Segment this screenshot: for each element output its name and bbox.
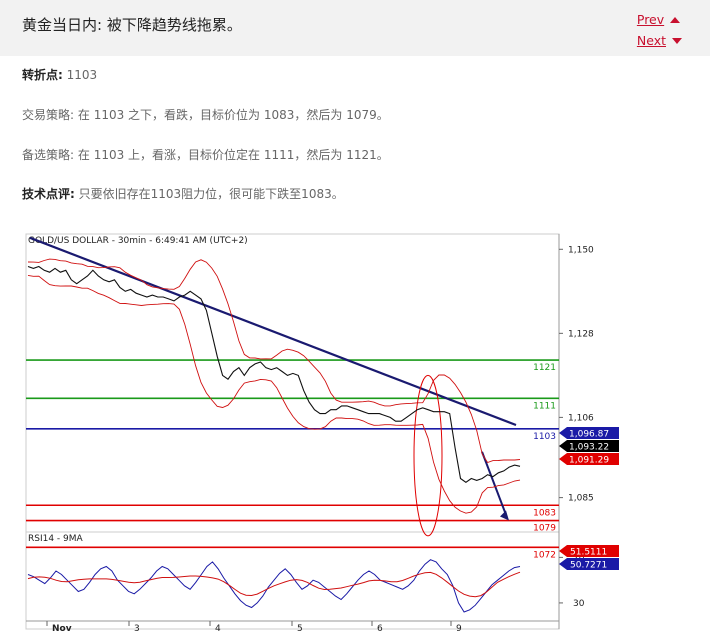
- price-tick-label: 1,128: [568, 329, 594, 339]
- chart-title: GOLD/US DOLLAR - 30min - 6:49:41 AM (UTC…: [28, 236, 248, 246]
- price-tag-label: 1,091.29: [569, 456, 609, 466]
- rsi-tick-label: 30: [573, 599, 585, 609]
- gold-chart: GOLD/US DOLLAR - 30min - 6:49:41 AM (UTC…: [20, 228, 710, 637]
- alt-label: 备选策略:: [22, 148, 75, 162]
- level-label-1083: 1083: [533, 508, 556, 518]
- pivot-line: 转折点: 1103: [22, 66, 97, 83]
- alt-strategy-line: 备选策略: 在 1103 上，看涨，目标价位定在 1111，然后为 1121。: [22, 146, 389, 163]
- rsi-title: RSI14 - 9MA: [28, 534, 84, 544]
- triangle-up-icon: [670, 17, 681, 23]
- rsi-tag-label: 51.5111: [570, 548, 607, 558]
- price-tag-label: 1,093.22: [569, 443, 609, 453]
- rsi-tag-label: 50.7271: [570, 561, 607, 571]
- page-title: 黄金当日内: 被下降趋势线拖累。: [22, 16, 242, 34]
- strategy-text: 在 1103 之下，看跌，目标价位为 1083，然后为 1079。: [77, 108, 389, 122]
- strategy-line: 交易策略: 在 1103 之下，看跌，目标价位为 1083，然后为 1079。: [22, 106, 389, 123]
- x-tick-label: Nov: [52, 624, 72, 634]
- tech-text: 只要依旧存在1103阻力位，很可能下跌至1083。: [78, 187, 344, 201]
- price-tag-label: 1,096.87: [569, 430, 609, 440]
- pivot-value: 1103: [66, 68, 98, 82]
- price-tick-label: 1,106: [568, 413, 594, 423]
- level-label-1072: 1072: [533, 550, 556, 560]
- x-tick-label: 4: [215, 624, 221, 634]
- x-tick-label: 9: [456, 624, 462, 634]
- level-label-1111: 1111: [533, 401, 556, 411]
- tech-comment-line: 技术点评: 只要依旧存在1103阻力位，很可能下跌至1083。: [22, 185, 344, 202]
- pager: Prev Next: [637, 9, 682, 51]
- next-link[interactable]: Next: [637, 30, 682, 51]
- alt-text: 在 1103 上，看涨，目标价位定在 1111，然后为 1121。: [77, 148, 389, 162]
- level-label-1103: 1103: [533, 432, 556, 442]
- level-label-1079: 1079: [533, 524, 556, 534]
- chart-svg: GOLD/US DOLLAR - 30min - 6:49:41 AM (UTC…: [25, 233, 619, 634]
- prev-label: Prev: [636, 12, 665, 27]
- price-panel: [25, 233, 560, 533]
- pivot-label: 转折点:: [22, 68, 63, 82]
- x-tick-label: 3: [134, 624, 140, 634]
- prev-link[interactable]: Prev: [637, 9, 682, 30]
- x-tick-label: 6: [377, 624, 383, 634]
- price-tick-label: 1,085: [568, 494, 594, 504]
- x-tick-label: 5: [297, 624, 303, 634]
- strategy-label: 交易策略:: [22, 108, 75, 122]
- article-header: 黄金当日内: 被下降趋势线拖累。 Prev Next: [0, 0, 710, 56]
- triangle-down-icon: [672, 38, 682, 44]
- tech-label: 技术点评:: [22, 187, 75, 201]
- price-tick-label: 1,150: [568, 245, 594, 255]
- next-label: Next: [636, 33, 666, 48]
- level-label-1121: 1121: [533, 363, 556, 373]
